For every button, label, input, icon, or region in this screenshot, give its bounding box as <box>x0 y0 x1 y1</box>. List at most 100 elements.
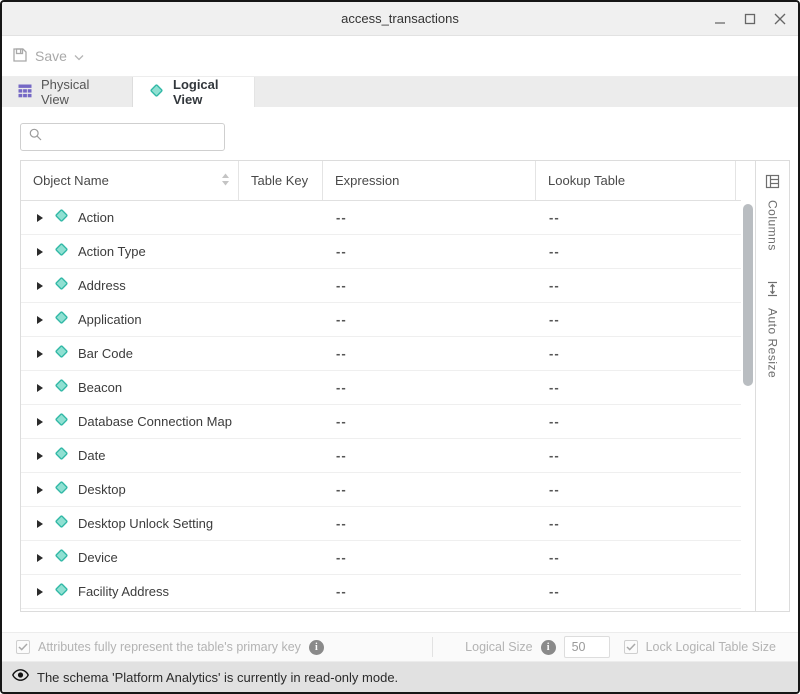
expand-arrow-icon[interactable] <box>37 520 43 528</box>
row-diamond-icon <box>54 208 69 228</box>
table-header: Object Name Table Key Expression Lookup … <box>21 161 741 201</box>
cell-expression: -- <box>323 448 536 463</box>
table-row[interactable]: Date -- -- <box>21 439 741 473</box>
cell-lookup: -- <box>536 550 736 565</box>
expand-arrow-icon[interactable] <box>37 554 43 562</box>
cell-lookup: -- <box>536 210 736 225</box>
row-label: Address <box>78 278 126 293</box>
object-name-cell: Application <box>21 310 239 330</box>
table-row[interactable]: Device -- -- <box>21 541 741 575</box>
minimize-icon[interactable] <box>712 11 728 27</box>
table-row[interactable]: Database Connection Map -- -- <box>21 405 741 439</box>
tab-physical-view[interactable]: Physical View <box>2 77 133 107</box>
row-label: Desktop Unlock Setting <box>78 516 213 531</box>
table-row[interactable]: Beacon -- -- <box>21 371 741 405</box>
logical-size-info-icon[interactable]: i <box>541 640 556 655</box>
auto-resize-label: Auto Resize <box>766 308 780 378</box>
options-bar: Attributes fully represent the table's p… <box>2 632 798 662</box>
status-bar: The schema 'Platform Analytics' is curre… <box>2 662 798 692</box>
row-label: Beacon <box>78 380 122 395</box>
cell-lookup: -- <box>536 584 736 599</box>
columns-button[interactable]: Columns <box>765 174 780 251</box>
cell-expression: -- <box>323 414 536 429</box>
cell-lookup: -- <box>536 278 736 293</box>
column-header-table-key[interactable]: Table Key <box>239 161 323 200</box>
table-row[interactable]: Action -- -- <box>21 201 741 235</box>
cell-lookup: -- <box>536 244 736 259</box>
object-name-cell: Address <box>21 276 239 296</box>
cell-expression: -- <box>323 210 536 225</box>
expand-arrow-icon[interactable] <box>37 588 43 596</box>
options-separator <box>432 637 433 657</box>
cell-lookup: -- <box>536 482 736 497</box>
search-input[interactable] <box>48 124 224 150</box>
window-title: access_transactions <box>341 11 459 26</box>
close-icon[interactable] <box>772 11 788 27</box>
primary-key-info-icon[interactable]: i <box>309 640 324 655</box>
expand-arrow-icon[interactable] <box>37 282 43 290</box>
lock-logical-size-label: Lock Logical Table Size <box>646 640 776 654</box>
search-icon <box>29 128 42 146</box>
row-diamond-icon <box>54 582 69 602</box>
cell-expression: -- <box>323 346 536 361</box>
chevron-down-icon[interactable] <box>74 48 84 64</box>
expand-arrow-icon[interactable] <box>37 384 43 392</box>
table-row[interactable]: Application -- -- <box>21 303 741 337</box>
table-row[interactable]: Facility Address -- -- <box>21 575 741 609</box>
cell-expression: -- <box>323 516 536 531</box>
logical-size-group: Logical Size i Lock Logical Table Size <box>432 636 784 658</box>
object-name-cell: Bar Code <box>21 344 239 364</box>
sort-icon[interactable] <box>221 173 230 189</box>
cell-lookup: -- <box>536 312 736 327</box>
column-header-label: Object Name <box>33 173 109 188</box>
cell-lookup: -- <box>536 448 736 463</box>
expand-arrow-icon[interactable] <box>37 214 43 222</box>
title-bar: access_transactions <box>2 2 798 36</box>
object-name-cell: Action <box>21 208 239 228</box>
row-label: Application <box>78 312 142 327</box>
expand-arrow-icon[interactable] <box>37 316 43 324</box>
column-header-object-name[interactable]: Object Name <box>21 161 239 200</box>
cell-expression: -- <box>323 312 536 327</box>
row-diamond-icon <box>54 276 69 296</box>
toolbar: Save <box>2 36 798 77</box>
table-row[interactable]: Action Type -- -- <box>21 235 741 269</box>
auto-resize-icon <box>766 281 779 302</box>
table-body: Action -- -- Action Type -- -- <box>21 201 741 611</box>
table-row[interactable]: Desktop -- -- <box>21 473 741 507</box>
logical-size-input[interactable] <box>564 636 610 658</box>
scrollbar-thumb[interactable] <box>743 204 753 386</box>
table-row[interactable]: Address -- -- <box>21 269 741 303</box>
row-label: Date <box>78 448 105 463</box>
table-row[interactable]: Desktop Unlock Setting -- -- <box>21 507 741 541</box>
row-diamond-icon <box>54 548 69 568</box>
tab-strip: Physical View Logical View <box>2 77 798 107</box>
vertical-scrollbar[interactable] <box>741 161 755 611</box>
row-label: Device <box>78 550 118 565</box>
search-row <box>20 123 798 151</box>
tab-physical-label: Physical View <box>41 77 116 107</box>
row-diamond-icon <box>54 480 69 500</box>
row-label: Facility Address <box>78 584 169 599</box>
expand-arrow-icon[interactable] <box>37 350 43 358</box>
auto-resize-button[interactable]: Auto Resize <box>766 281 780 378</box>
primary-key-label: Attributes fully represent the table's p… <box>38 640 301 654</box>
search-box[interactable] <box>20 123 225 151</box>
row-label: Bar Code <box>78 346 133 361</box>
primary-key-checkbox[interactable] <box>16 640 30 654</box>
save-button[interactable]: Save <box>12 47 84 66</box>
lock-logical-size-checkbox[interactable] <box>624 640 638 654</box>
tab-logical-view[interactable]: Logical View <box>133 77 255 107</box>
maximize-icon[interactable] <box>742 11 758 27</box>
column-header-expression[interactable]: Expression <box>323 161 536 200</box>
row-diamond-icon <box>54 378 69 398</box>
expand-arrow-icon[interactable] <box>37 248 43 256</box>
object-name-cell: Beacon <box>21 378 239 398</box>
expand-arrow-icon[interactable] <box>37 418 43 426</box>
table-row[interactable]: Bar Code -- -- <box>21 337 741 371</box>
expand-arrow-icon[interactable] <box>37 486 43 494</box>
table-area: Object Name Table Key Expression Lookup … <box>21 161 741 611</box>
columns-label: Columns <box>766 200 780 251</box>
column-header-lookup-table[interactable]: Lookup Table <box>536 161 736 200</box>
expand-arrow-icon[interactable] <box>37 452 43 460</box>
